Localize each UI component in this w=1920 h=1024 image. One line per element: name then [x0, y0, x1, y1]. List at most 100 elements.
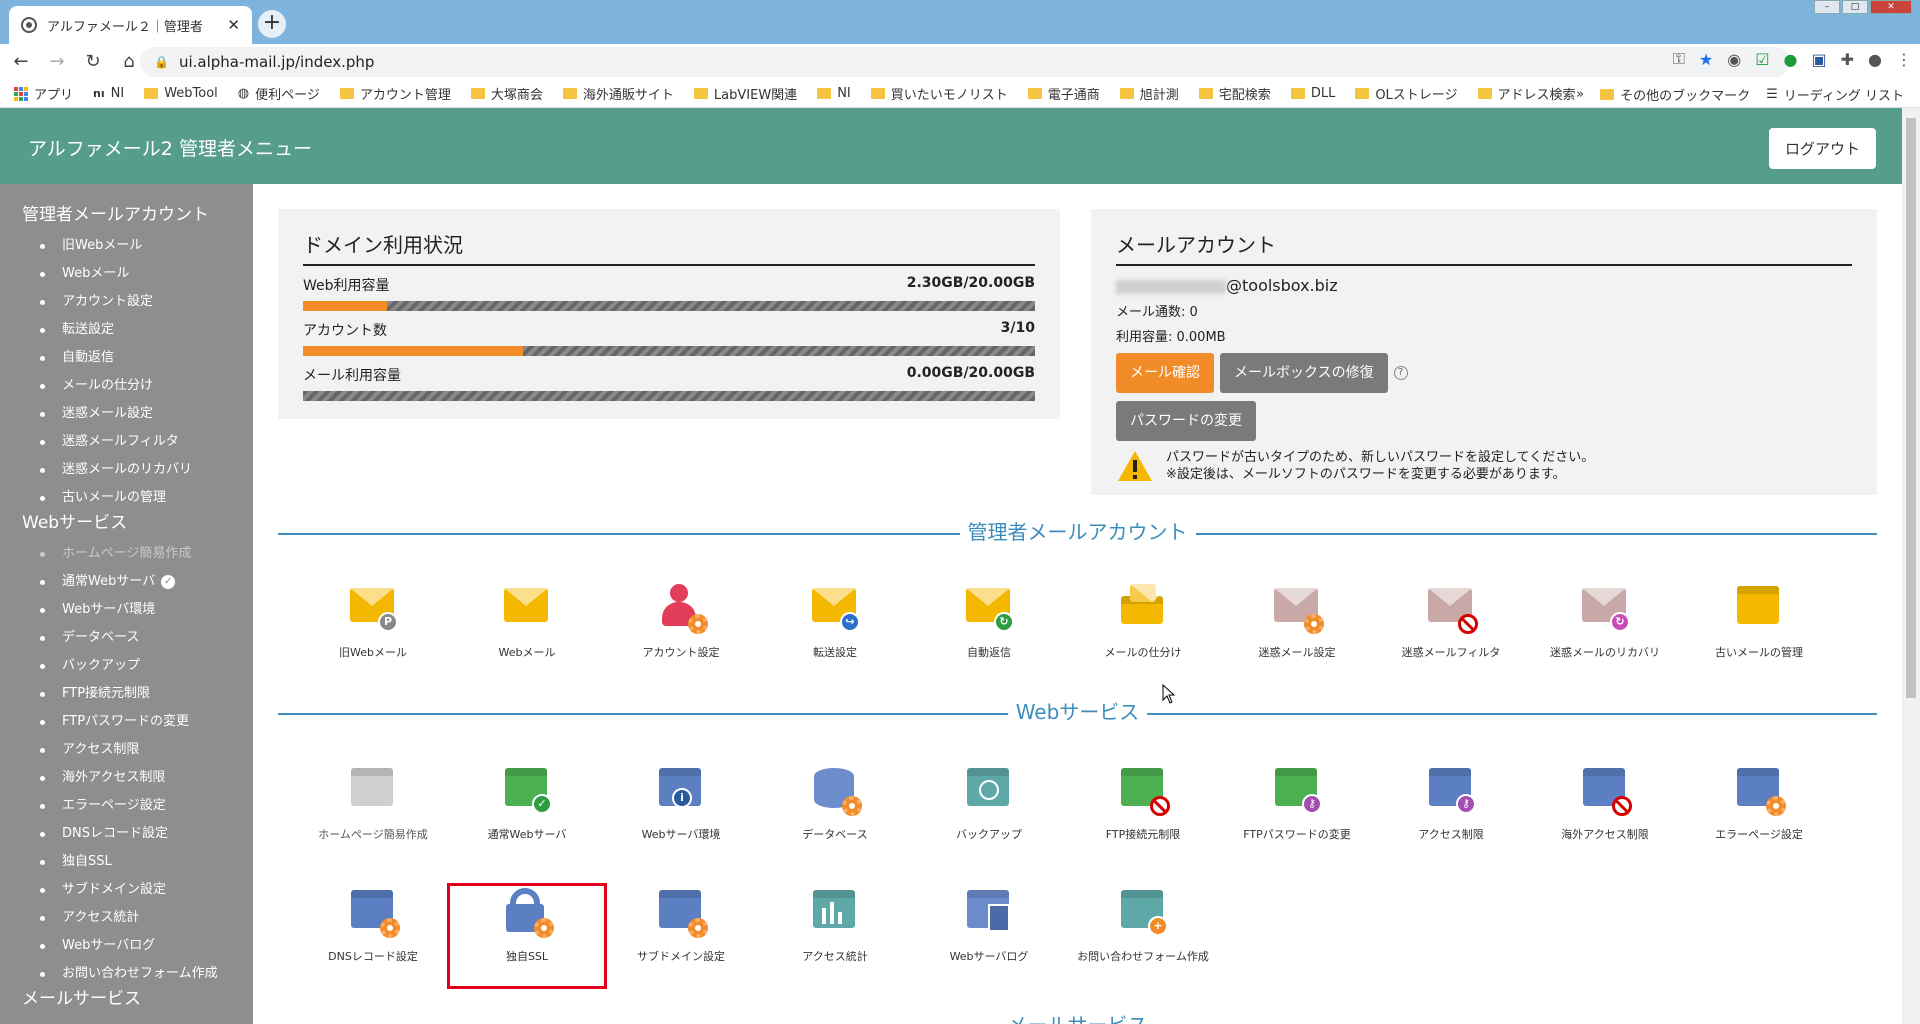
sidebar-item-auto-reply[interactable]: 自動返信	[0, 344, 253, 372]
sidebar-item-spam-filter[interactable]: 迷惑メールフィルタ	[0, 428, 253, 456]
change-password-button[interactable]: パスワードの変更	[1116, 401, 1256, 441]
sidebar-item-web-server[interactable]: 通常Webサーバ ✓	[0, 568, 253, 596]
bookmark-folder[interactable]: アカウント管理	[339, 84, 451, 103]
reload-icon[interactable]: ↻	[78, 47, 108, 77]
close-tab-icon[interactable]: ✕	[227, 16, 240, 34]
bookmark-folder[interactable]: 電子通商	[1027, 84, 1100, 103]
bookmark-folder[interactable]: DLL	[1290, 86, 1335, 101]
bookmark-star-icon[interactable]: ★	[1699, 50, 1713, 69]
sidebar-item-ssl[interactable]: 独自SSL	[0, 848, 253, 876]
sidebar-item-dns[interactable]: DNSレコード設定	[0, 820, 253, 848]
bookmark-folder[interactable]: 大塚商会	[470, 84, 543, 103]
address-bar[interactable]: 🔒 ui.alpha-mail.jp/index.php	[140, 47, 1790, 77]
sidebar-item-contact-form[interactable]: お問い合わせフォーム作成	[0, 960, 253, 988]
tile-old-mail[interactable]: 古いメールの管理	[1682, 582, 1836, 682]
sidebar-item-old-webmail[interactable]: 旧Webメール	[0, 232, 253, 260]
bookmark-folder[interactable]: LabVIEW関連	[693, 84, 797, 103]
check-mail-button[interactable]: メール確認	[1116, 353, 1214, 393]
folder-icon	[693, 88, 708, 99]
page-scrollbar[interactable]	[1902, 108, 1920, 1024]
close-window-button[interactable]: ✕	[1870, 0, 1912, 14]
tile-contact-form[interactable]: + お問い合わせフォーム作成	[1066, 886, 1220, 986]
sidebar-section-mail-service[interactable]: メールサービス	[0, 988, 253, 1016]
sidebar-item-error-page[interactable]: エラーページ設定	[0, 792, 253, 820]
sidebar-item-account-settings[interactable]: アカウント設定	[0, 288, 253, 316]
tile-dns[interactable]: DNSレコード設定	[296, 886, 450, 986]
key-icon[interactable]: ⚿	[1673, 49, 1685, 69]
bookmark-folder[interactable]: OLストレージ	[1355, 84, 1458, 103]
logout-button[interactable]: ログアウト	[1768, 128, 1876, 169]
bookmark-folder[interactable]: 宅配検索	[1198, 84, 1271, 103]
bookmark-folder[interactable]: WebTool	[144, 86, 218, 101]
help-icon[interactable]: ?	[1393, 366, 1408, 380]
tile-access-restriction[interactable]: ⚷ アクセス制限	[1374, 764, 1528, 864]
forward-icon[interactable]: →	[42, 47, 72, 77]
bookmark-folder[interactable]: NI	[817, 86, 851, 101]
tile-account-settings[interactable]: アカウント設定	[604, 582, 758, 682]
tile-web-log[interactable]: Webサーバログ	[912, 886, 1066, 986]
bookmark-folder[interactable]: アドレス検索	[1477, 84, 1576, 103]
sidebar-item-mail-sorting[interactable]: メールの仕分け	[0, 372, 253, 400]
tile-subdomain[interactable]: サブドメイン設定	[604, 886, 758, 986]
tile-foreign-access[interactable]: 海外アクセス制限	[1528, 764, 1682, 864]
other-bookmarks[interactable]: その他のブックマーク	[1600, 85, 1750, 104]
sidebar-item-webmail[interactable]: Webメール	[0, 260, 253, 288]
sidebar-item-spam-recovery[interactable]: 迷惑メールのリカバリ	[0, 456, 253, 484]
tile-webmail[interactable]: Webメール	[450, 582, 604, 682]
bookmark-globe[interactable]: ◍ 便利ページ	[238, 84, 320, 103]
sidebar-item-access-stats[interactable]: アクセス統計	[0, 904, 253, 932]
maximize-window-button[interactable]: □	[1842, 0, 1868, 14]
extension-icon[interactable]: ◉	[1727, 50, 1741, 69]
checkbox-extension-icon[interactable]: ☑	[1755, 50, 1769, 69]
sidebar-item-ftp-restriction[interactable]: FTP接続元制限	[0, 680, 253, 708]
tile-web-env[interactable]: i Webサーバ環境	[604, 764, 758, 864]
profile-avatar-icon[interactable]: ●	[1868, 50, 1882, 69]
bookmark-folder[interactable]: 旭計測	[1119, 84, 1179, 103]
sidebar-item-database[interactable]: データベース	[0, 624, 253, 652]
tile-backup[interactable]: バックアップ	[912, 764, 1066, 864]
tile-spam-recovery[interactable]: ↻ 迷惑メールのリカバリ	[1528, 582, 1682, 682]
tile-spam-settings[interactable]: 迷惑メール設定	[1220, 582, 1374, 682]
tile-old-webmail[interactable]: P 旧Webメール	[296, 582, 450, 682]
back-icon[interactable]: ←	[6, 47, 36, 77]
sidebar-item-spam-settings[interactable]: 迷惑メール設定	[0, 400, 253, 428]
sidebar-section-mail[interactable]: 管理者メールアカウント	[0, 204, 253, 232]
sidebar-item-web-log[interactable]: Webサーバログ	[0, 932, 253, 960]
minimize-window-button[interactable]: –	[1814, 0, 1840, 14]
more-bookmarks-button[interactable]: »	[1576, 87, 1584, 102]
tile-ssl[interactable]: 独自SSL	[447, 883, 607, 989]
tile-error-page[interactable]: エラーページ設定	[1682, 764, 1836, 864]
puzzle-icon[interactable]: ✚	[1841, 50, 1854, 69]
tile-ftp-password[interactable]: ⚷ FTPパスワードの変更	[1220, 764, 1374, 864]
tile-access-stats[interactable]: アクセス統計	[758, 886, 912, 986]
sidebar-item-access-restriction[interactable]: アクセス制限	[0, 736, 253, 764]
bookmark-apps[interactable]: アプリ	[14, 84, 73, 103]
bookmark-folder[interactable]: 買いたいモノリスト	[870, 84, 1008, 103]
menu-icon[interactable]: ⋮	[1896, 50, 1912, 69]
badge-extension-icon[interactable]: ●	[1784, 50, 1798, 69]
tile-ftp-restriction[interactable]: FTP接続元制限	[1066, 764, 1220, 864]
browser-tab[interactable]: アルファメール２｜管理者 ✕	[9, 6, 252, 44]
reading-list[interactable]: ☰ リーディング リスト	[1766, 85, 1904, 104]
sidebar-item-backup[interactable]: バックアップ	[0, 652, 253, 680]
sidebar-item-foreign-access[interactable]: 海外アクセス制限	[0, 764, 253, 792]
sidebar-item-subdomain[interactable]: サブドメイン設定	[0, 876, 253, 904]
bookmark-ni[interactable]: nı NI	[93, 86, 124, 101]
scrollbar-thumb[interactable]	[1906, 118, 1916, 698]
sidebar-section-web[interactable]: Webサービス	[0, 512, 253, 540]
lock-icon[interactable]: 🔒	[154, 55, 169, 69]
tile-forwarding[interactable]: ↪ 転送設定	[758, 582, 912, 682]
bookmark-folder[interactable]: 海外通販サイト	[562, 84, 674, 103]
sidebar-item-ftp-password[interactable]: FTPパスワードの変更	[0, 708, 253, 736]
tile-spam-filter[interactable]: 迷惑メールフィルタ	[1374, 582, 1528, 682]
tile-mail-sorting[interactable]: メールの仕分け	[1066, 582, 1220, 682]
photo-extension-icon[interactable]: ▣	[1812, 50, 1827, 69]
sidebar-item-old-mail[interactable]: 古いメールの管理	[0, 484, 253, 512]
tile-database[interactable]: データベース	[758, 764, 912, 864]
tile-web-server[interactable]: ✓ 通常Webサーバ	[450, 764, 604, 864]
repair-mailbox-button[interactable]: メールボックスの修復	[1220, 353, 1388, 393]
sidebar-item-web-env[interactable]: Webサーバ環境	[0, 596, 253, 624]
new-tab-button[interactable]: +	[258, 10, 286, 38]
sidebar-item-forwarding[interactable]: 転送設定	[0, 316, 253, 344]
tile-auto-reply[interactable]: ↻ 自動返信	[912, 582, 1066, 682]
